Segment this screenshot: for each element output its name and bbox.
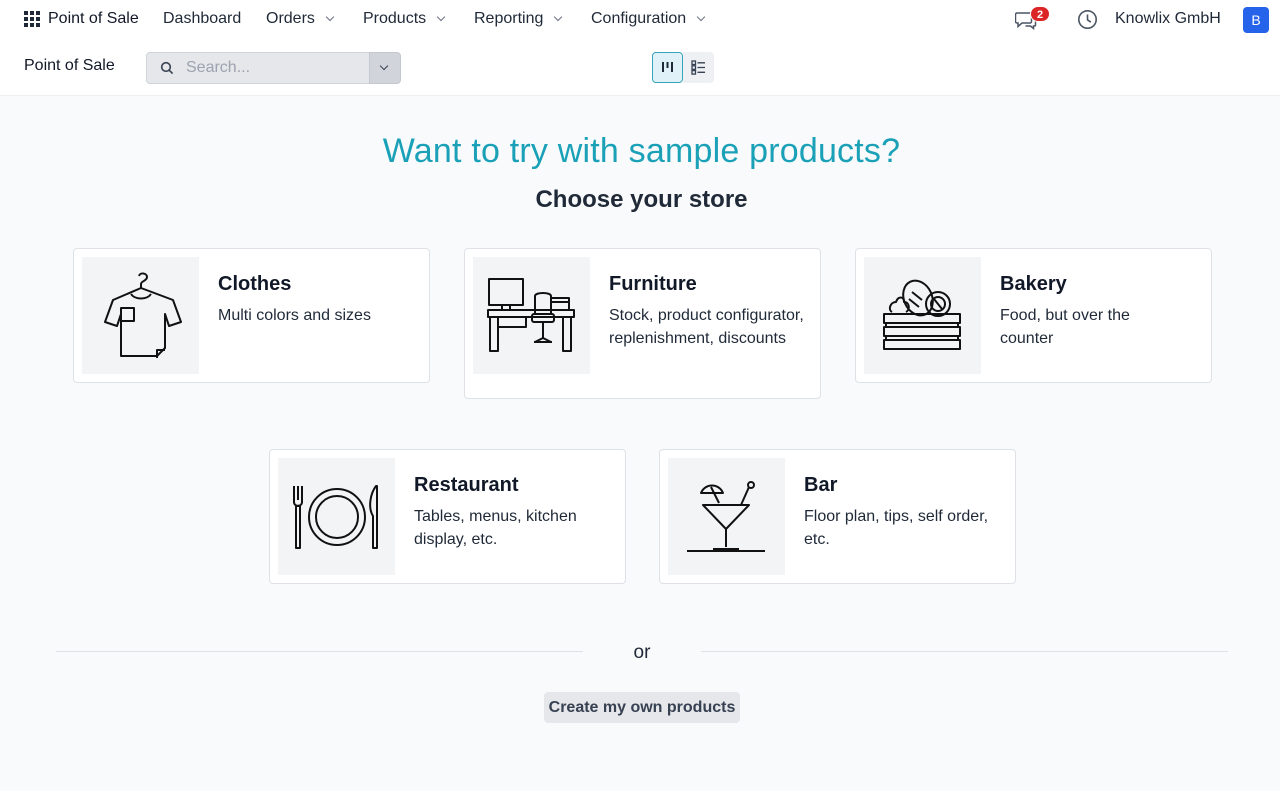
user-avatar[interactable]: B [1243, 7, 1269, 33]
chevron-down-icon [696, 12, 706, 22]
kanban-view-icon [662, 62, 673, 72]
clock-icon[interactable] [1077, 9, 1098, 30]
menu-orders-label: Orders [266, 10, 315, 27]
store-thumb [668, 458, 785, 575]
store-thumb [473, 257, 590, 374]
store-card-restaurant[interactable]: Restaurant Tables, menus, kitchen displa… [269, 449, 626, 584]
store-card-bar[interactable]: Bar Floor plan, tips, self order, etc. [659, 449, 1016, 584]
menu-dashboard[interactable]: Dashboard [163, 10, 241, 28]
list-view-button[interactable] [683, 52, 714, 83]
store-title: Clothes [218, 273, 292, 295]
page-subheadline: Choose your store [535, 186, 748, 213]
store-title: Bar [804, 474, 838, 496]
apps-grid-icon[interactable] [24, 11, 40, 27]
chevron-down-icon [379, 61, 389, 71]
chevron-down-icon [436, 12, 446, 22]
store-card-bakery[interactable]: Bakery Food, but over the counter [855, 248, 1212, 383]
page-headline: Want to try with sample products? [382, 132, 901, 170]
chevron-down-icon [554, 12, 563, 22]
store-description: Stock, product configurator, replenishme… [609, 307, 804, 347]
store-card-clothes[interactable]: Clothes Multi colors and sizes [73, 248, 430, 383]
menu-reporting[interactable]: Reporting [474, 10, 563, 28]
control-panel: Point of Sale [0, 40, 1280, 96]
top-navbar: Point of Sale Dashboard Orders Products … [0, 0, 1280, 40]
bread-crate-icon [882, 279, 961, 350]
store-thumb [278, 458, 395, 575]
menu-configuration-label: Configuration [591, 10, 687, 27]
store-description: Food, but over the counter [1000, 307, 1130, 347]
menu-products[interactable]: Products [363, 10, 446, 28]
store-description: Multi colors and sizes [218, 307, 371, 324]
kanban-view-button[interactable] [652, 52, 683, 83]
messages-count-badge: 2 [1030, 6, 1051, 22]
desk-icon [486, 277, 575, 352]
chevron-down-icon [325, 12, 335, 22]
search-options-toggle[interactable] [369, 52, 401, 84]
store-thumb [82, 257, 199, 374]
store-thumb [864, 257, 981, 374]
search-bar [146, 52, 370, 84]
plate-cutlery-icon [292, 484, 378, 549]
store-title: Restaurant [414, 474, 519, 496]
app-name[interactable]: Point of Sale [48, 10, 139, 28]
search-icon [160, 61, 174, 75]
store-card-furniture[interactable]: Furniture Stock, product configurator, r… [464, 248, 821, 399]
create-own-products-button[interactable]: Create my own products [544, 692, 740, 723]
or-separator: or [633, 642, 651, 663]
menu-dashboard-label: Dashboard [163, 10, 242, 27]
search-input[interactable] [186, 59, 356, 77]
menu-reporting-label: Reporting [474, 10, 544, 27]
store-description: Tables, menus, kitchen display, etc. [414, 508, 577, 548]
list-view-icon [691, 60, 705, 75]
store-description: Floor plan, tips, self order, etc. [804, 508, 989, 548]
tshirt-icon [103, 272, 182, 358]
divider [56, 651, 583, 652]
menu-configuration[interactable]: Configuration [591, 10, 706, 28]
store-title: Furniture [609, 273, 697, 295]
store-title: Bakery [1000, 273, 1067, 295]
breadcrumb: Point of Sale [24, 57, 115, 74]
cocktail-icon [686, 480, 765, 552]
company-switcher[interactable]: Knowlix GmbH [1115, 10, 1221, 28]
menu-products-label: Products [363, 10, 427, 27]
menu-orders[interactable]: Orders [266, 10, 335, 28]
divider [701, 651, 1228, 652]
